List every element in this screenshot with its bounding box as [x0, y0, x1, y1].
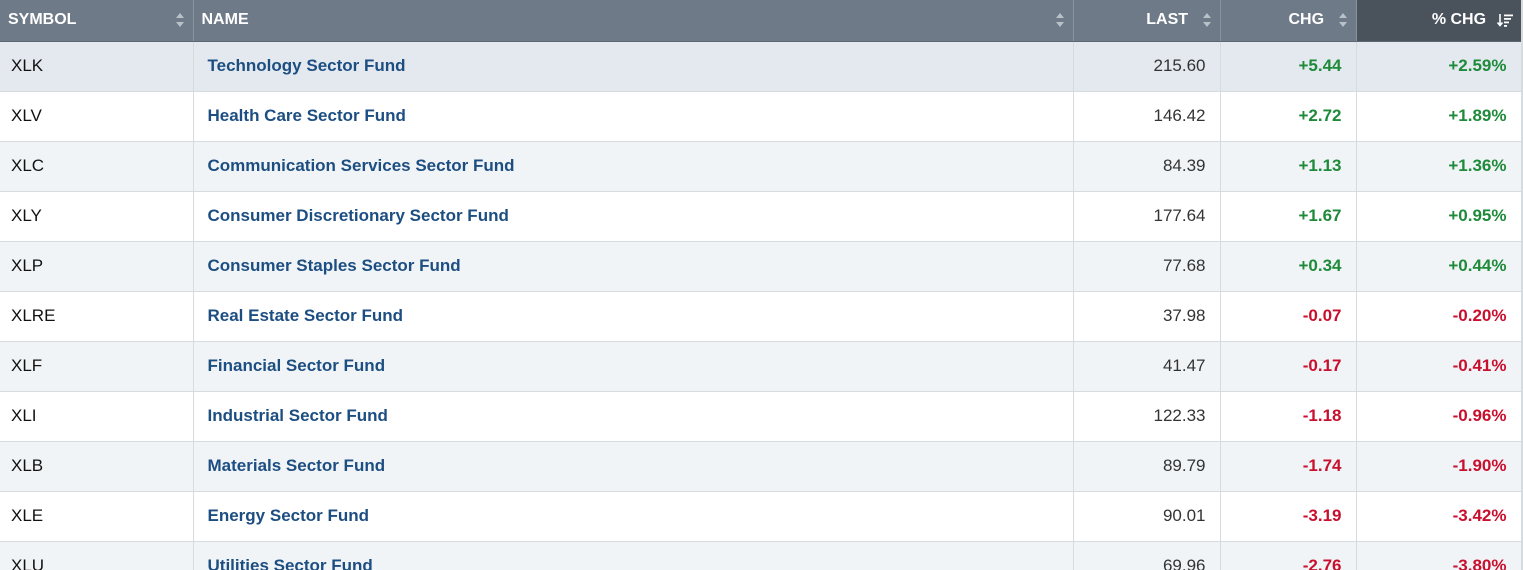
cell-chg: +1.13	[1220, 141, 1357, 192]
cell-symbol: XLI	[0, 391, 194, 442]
cell-pct-chg: +1.89%	[1356, 91, 1522, 142]
table-header: SYMBOL NAME LAST CHG % CHG	[0, 0, 1522, 42]
cell-last: 177.64	[1073, 191, 1221, 242]
fund-name-link[interactable]: Financial Sector Fund	[208, 356, 386, 375]
table-row[interactable]: XLB Materials Sector Fund 89.79 -1.74 -1.90%	[0, 441, 1522, 492]
cell-last: 41.47	[1073, 341, 1221, 392]
table-body: XLK Technology Sector Fund 215.60 +5.44 +2.5…	[0, 41, 1522, 570]
column-header-label: SYMBOL	[8, 11, 77, 29]
cell-symbol: XLF	[0, 341, 194, 392]
cell-last: 89.79	[1073, 441, 1221, 492]
table-row[interactable]: XLI Industrial Sector Fund 122.33 -1.18 -0.9…	[0, 391, 1522, 442]
fund-name-link[interactable]: Consumer Staples Sector Fund	[208, 256, 461, 275]
column-header-symbol[interactable]: SYMBOL	[0, 0, 194, 42]
cell-name: Consumer Discretionary Sector Fund	[193, 191, 1074, 242]
cell-chg: +5.44	[1220, 41, 1357, 92]
cell-name: Financial Sector Fund	[193, 341, 1074, 392]
sort-icon	[1202, 13, 1212, 28]
sort-icon	[1338, 13, 1348, 28]
sort-descending-icon	[1496, 14, 1513, 27]
cell-last: 77.68	[1073, 241, 1221, 292]
cell-last: 37.98	[1073, 291, 1221, 342]
cell-name: Consumer Staples Sector Fund	[193, 241, 1074, 292]
cell-symbol: XLE	[0, 491, 194, 542]
column-header-name[interactable]: NAME	[193, 0, 1074, 42]
fund-name-link[interactable]: Health Care Sector Fund	[208, 106, 406, 125]
fund-name-link[interactable]: Real Estate Sector Fund	[208, 306, 404, 325]
table-row[interactable]: XLV Health Care Sector Fund 146.42 +2.72 +1.…	[0, 91, 1522, 142]
cell-name: Energy Sector Fund	[193, 491, 1074, 542]
table-row[interactable]: XLP Consumer Staples Sector Fund 77.68 +0.3…	[0, 241, 1522, 292]
cell-symbol: XLU	[0, 541, 194, 570]
column-header-pct-chg[interactable]: % CHG	[1356, 0, 1522, 42]
cell-pct-chg: +2.59%	[1356, 41, 1522, 92]
cell-name: Technology Sector Fund	[193, 41, 1074, 92]
table-row[interactable]: XLY Consumer Discretionary Sector Fund 177…	[0, 191, 1522, 242]
cell-symbol: XLRE	[0, 291, 194, 342]
cell-chg: -3.19	[1220, 491, 1357, 542]
table-row[interactable]: XLF Financial Sector Fund 41.47 -0.17 -0.41%	[0, 341, 1522, 392]
cell-chg: -1.74	[1220, 441, 1357, 492]
cell-chg: -0.17	[1220, 341, 1357, 392]
cell-pct-chg: -1.90%	[1356, 441, 1522, 492]
fund-name-link[interactable]: Utilities Sector Fund	[208, 556, 373, 570]
cell-chg: -1.18	[1220, 391, 1357, 442]
fund-name-link[interactable]: Communication Services Sector Fund	[208, 156, 515, 175]
cell-chg: +2.72	[1220, 91, 1357, 142]
column-header-label: % CHG	[1431, 11, 1487, 29]
column-header-chg[interactable]: CHG	[1220, 0, 1357, 42]
cell-pct-chg: -3.80%	[1356, 541, 1522, 570]
cell-chg: -0.07	[1220, 291, 1357, 342]
cell-last: 84.39	[1073, 141, 1221, 192]
cell-name: Communication Services Sector Fund	[193, 141, 1074, 192]
cell-name: Real Estate Sector Fund	[193, 291, 1074, 342]
fund-name-link[interactable]: Energy Sector Fund	[208, 506, 370, 525]
header-row: SYMBOL NAME LAST CHG % CHG	[0, 0, 1522, 42]
column-header-label: LAST	[1146, 11, 1189, 29]
cell-symbol: XLY	[0, 191, 194, 242]
cell-pct-chg: -3.42%	[1356, 491, 1522, 542]
cell-symbol: XLV	[0, 91, 194, 142]
cell-chg: +0.34	[1220, 241, 1357, 292]
table-row[interactable]: XLRE Real Estate Sector Fund 37.98 -0.07 -0.…	[0, 291, 1522, 342]
cell-last: 122.33	[1073, 391, 1221, 442]
cell-last: 90.01	[1073, 491, 1221, 542]
table-row[interactable]: XLK Technology Sector Fund 215.60 +5.44 +2.5…	[0, 41, 1522, 92]
cell-pct-chg: -0.96%	[1356, 391, 1522, 442]
sector-table-container: SYMBOL NAME LAST CHG % CHG XLK Technolog…	[0, 0, 1523, 570]
column-header-label: CHG	[1288, 11, 1325, 29]
table-row[interactable]: XLE Energy Sector Fund 90.01 -3.19 -3.42%	[0, 491, 1522, 542]
cell-pct-chg: +0.95%	[1356, 191, 1522, 242]
cell-pct-chg: +0.44%	[1356, 241, 1522, 292]
cell-last: 215.60	[1073, 41, 1221, 92]
sort-icon	[175, 13, 185, 27]
cell-name: Utilities Sector Fund	[193, 541, 1074, 570]
cell-pct-chg: -0.20%	[1356, 291, 1522, 342]
cell-symbol: XLC	[0, 141, 194, 192]
cell-symbol: XLP	[0, 241, 194, 292]
cell-symbol: XLB	[0, 441, 194, 492]
table-row[interactable]: XLC Communication Services Sector Fund 84.…	[0, 141, 1522, 192]
fund-name-link[interactable]: Industrial Sector Fund	[208, 406, 388, 425]
cell-name: Industrial Sector Fund	[193, 391, 1074, 442]
fund-name-link[interactable]: Materials Sector Fund	[208, 456, 386, 475]
cell-pct-chg: -0.41%	[1356, 341, 1522, 392]
fund-name-link[interactable]: Technology Sector Fund	[208, 56, 406, 75]
table-row[interactable]: XLU Utilities Sector Fund 69.96 -2.76 -3.80%	[0, 541, 1522, 570]
column-header-label: NAME	[201, 11, 249, 29]
cell-last: 69.96	[1073, 541, 1221, 570]
sector-fund-table: SYMBOL NAME LAST CHG % CHG XLK Technolog…	[0, 0, 1522, 570]
cell-pct-chg: +1.36%	[1356, 141, 1522, 192]
fund-name-link[interactable]: Consumer Discretionary Sector Fund	[208, 206, 509, 225]
cell-symbol: XLK	[0, 41, 194, 92]
cell-last: 146.42	[1073, 91, 1221, 142]
column-header-last[interactable]: LAST	[1073, 0, 1221, 42]
cell-name: Health Care Sector Fund	[193, 91, 1074, 142]
cell-chg: -2.76	[1220, 541, 1357, 570]
sort-icon	[1055, 13, 1065, 27]
cell-chg: +1.67	[1220, 191, 1357, 242]
cell-name: Materials Sector Fund	[193, 441, 1074, 492]
